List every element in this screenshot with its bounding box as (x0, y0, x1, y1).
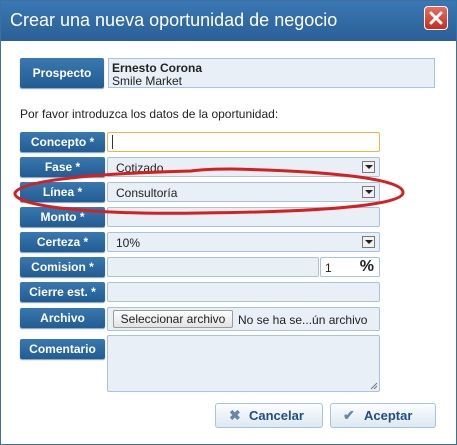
prospect-company: Smile Market (112, 74, 183, 88)
title-bar: Crear una nueva oportunidad de negocio (1, 1, 456, 41)
check-icon: ✔ (343, 407, 355, 423)
accept-button[interactable]: ✔ Aceptar (330, 403, 436, 428)
fase-value: Cotizado (116, 161, 164, 175)
archivo-field: Seleccionar archivo No se ha se...ún arc… (107, 307, 380, 331)
dialog-window: Crear una nueva oportunidad de negocio P… (0, 0, 457, 445)
certeza-value: 10% (116, 236, 141, 250)
comision-input[interactable] (107, 257, 319, 277)
cancel-icon: ✖ (229, 407, 241, 423)
cierre-label: Cierre est. * (20, 282, 105, 302)
linea-label: Línea * (20, 182, 105, 202)
concepto-label: Concepto * (20, 132, 105, 152)
linea-value: Consultoría (116, 186, 178, 200)
cierre-date-input[interactable] (107, 282, 380, 302)
monto-input[interactable] (107, 207, 380, 227)
close-button[interactable] (424, 6, 448, 30)
chevron-down-icon[interactable] (362, 161, 375, 173)
percent-icon: % (359, 258, 374, 275)
comentario-label: Comentario (20, 339, 105, 359)
concepto-input[interactable] (107, 132, 380, 152)
dialog-title: Crear una nueva oportunidad de negocio (10, 10, 338, 30)
file-status-text: No se ha se...ún archivo (238, 313, 368, 327)
comentario-textarea[interactable] (107, 335, 380, 392)
cancel-button[interactable]: ✖ Cancelar (215, 403, 323, 428)
choose-file-button[interactable]: Seleccionar archivo (113, 310, 233, 328)
chevron-down-icon[interactable] (362, 186, 375, 198)
prospecto-label: Prospecto (20, 58, 104, 88)
cancel-label: Cancelar (249, 408, 304, 423)
chevron-down-icon[interactable] (362, 236, 375, 248)
linea-select[interactable]: Consultoría (107, 182, 380, 202)
archivo-label: Archivo (20, 308, 105, 328)
accept-label: Aceptar (364, 408, 413, 423)
resize-handle-icon[interactable] (370, 382, 378, 390)
prospect-info: Ernesto Corona Smile Market (108, 58, 435, 88)
prospect-name: Ernesto Corona (112, 61, 203, 75)
comision-label: Comision * (20, 257, 105, 277)
text-cursor (112, 135, 113, 149)
fase-select[interactable]: Cotizado (107, 157, 380, 177)
certeza-label: Certeza * (20, 232, 105, 252)
close-icon (429, 11, 443, 25)
certeza-select[interactable]: 10% (107, 232, 380, 252)
fase-label: Fase * (20, 157, 105, 177)
intro-text: Por favor introduzca los datos de la opo… (20, 107, 279, 121)
monto-label: Monto * (20, 207, 105, 227)
comision-spin-value: 1 (325, 261, 332, 275)
comision-percent-field[interactable]: 1 % (320, 257, 380, 277)
